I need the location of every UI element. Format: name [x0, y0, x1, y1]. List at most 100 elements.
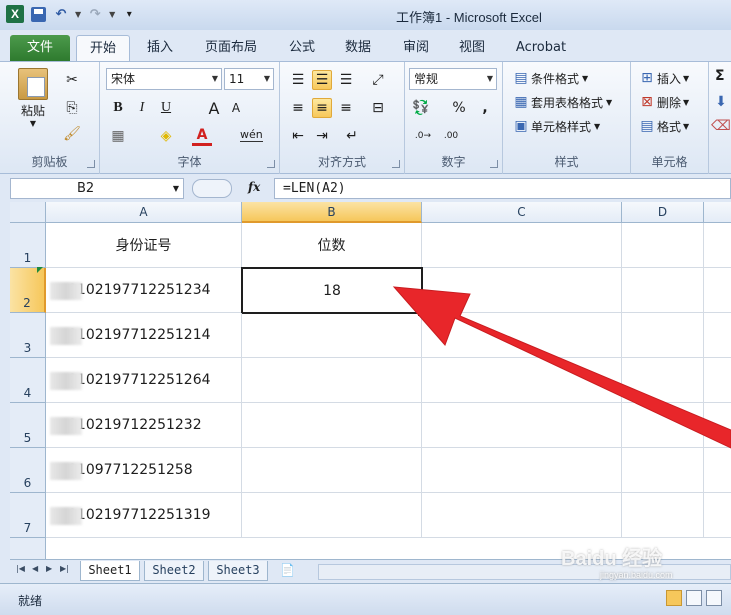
cell-e4[interactable] [704, 358, 731, 403]
cut-icon[interactable]: ✂ [62, 70, 82, 90]
align-middle-icon[interactable]: ☰ [312, 70, 332, 90]
delete-cells-button[interactable]: ⊠ 删除 ▼ [637, 92, 689, 112]
cell-d5[interactable] [622, 403, 704, 448]
border-icon[interactable]: ▦ [108, 126, 128, 146]
wrap-text-icon[interactable]: ↵ [342, 126, 362, 146]
cell-c2[interactable] [423, 268, 622, 313]
select-all-corner[interactable] [10, 202, 46, 223]
align-right-icon[interactable]: ≡ [336, 98, 356, 118]
format-painter-icon[interactable]: 🖌 [62, 124, 82, 144]
cell-b3[interactable] [242, 313, 422, 358]
redo-dropdown-icon[interactable]: ▼ [109, 10, 115, 19]
row-header-8[interactable] [10, 538, 46, 559]
tab-view[interactable]: 视图 [450, 35, 494, 61]
cell-b7[interactable] [242, 493, 422, 538]
merge-center-icon[interactable]: ⊟ [368, 98, 388, 118]
cell-b6[interactable] [242, 448, 422, 493]
cell-e6[interactable] [704, 448, 731, 493]
italic-button[interactable]: I [132, 98, 152, 118]
prev-sheet-icon[interactable]: ◀ [32, 564, 38, 573]
clear-icon[interactable]: ⌫ [711, 116, 731, 136]
font-launcher-icon[interactable] [267, 160, 275, 168]
cell-d2[interactable] [622, 268, 704, 313]
normal-view-icon[interactable] [666, 590, 682, 606]
fill-color-icon[interactable]: ◈ [156, 126, 176, 146]
number-launcher-icon[interactable] [490, 160, 498, 168]
bold-button[interactable]: B [108, 98, 128, 118]
format-cells-button[interactable]: ▤ 格式 ▼ [637, 116, 689, 136]
tab-data[interactable]: 数据 [336, 35, 380, 61]
next-sheet-icon[interactable]: ▶ [46, 564, 52, 573]
clipboard-launcher-icon[interactable] [87, 160, 95, 168]
comma-button[interactable]: , [475, 98, 495, 118]
cell-c3[interactable] [422, 313, 622, 358]
align-left-icon[interactable]: ≡ [288, 98, 308, 118]
percent-button[interactable]: % [449, 98, 469, 118]
cell-d3[interactable] [622, 313, 704, 358]
conditional-format-button[interactable]: ▤ 条件格式 ▼ [511, 68, 588, 88]
cell-b2[interactable]: 18 [241, 267, 423, 314]
cell-c4[interactable] [422, 358, 622, 403]
align-bottom-icon[interactable]: ☰ [336, 70, 356, 90]
column-header-e[interactable] [704, 202, 731, 223]
accounting-format-icon[interactable]: 💱 [411, 98, 431, 118]
cell-e7[interactable] [704, 493, 731, 538]
cell-a1[interactable]: 身份证号 [46, 223, 242, 268]
row-header-6[interactable]: 6 [10, 448, 46, 493]
decrease-indent-icon[interactable]: ⇤ [288, 126, 308, 146]
row-header-4[interactable]: 4 [10, 358, 46, 403]
sheet-tab-sheet3[interactable]: Sheet3 [208, 561, 268, 581]
tab-page-layout[interactable]: 页面布局 [196, 35, 266, 61]
cell-c1[interactable] [422, 223, 622, 268]
grow-font-button[interactable]: A [204, 98, 224, 118]
excel-logo-icon[interactable]: X [6, 5, 24, 23]
undo-dropdown-icon[interactable]: ▼ [75, 10, 81, 19]
alignment-launcher-icon[interactable] [392, 160, 400, 168]
column-header-d[interactable]: D [622, 202, 704, 223]
row-header-5[interactable]: 5 [10, 403, 46, 448]
font-name-combo[interactable]: 宋体 ▼ [106, 68, 222, 90]
font-size-combo[interactable]: 11 ▼ [224, 68, 274, 90]
cell-c7[interactable] [422, 493, 622, 538]
align-top-icon[interactable]: ☰ [288, 70, 308, 90]
tab-file[interactable]: 文件 [10, 35, 70, 61]
fill-icon[interactable]: ⬇ [711, 92, 731, 112]
column-header-c[interactable]: C [422, 202, 622, 223]
insert-cells-button[interactable]: ⊞ 插入 ▼ [637, 68, 689, 88]
increase-decimal-icon[interactable]: .0→ [413, 126, 433, 146]
shrink-font-button[interactable]: A [226, 98, 246, 118]
page-break-view-icon[interactable] [706, 590, 722, 606]
tab-formulas[interactable]: 公式 [280, 35, 324, 61]
cell-b4[interactable] [242, 358, 422, 403]
sheet-tab-sheet1[interactable]: Sheet1 [80, 561, 140, 581]
tab-home[interactable]: 开始 [76, 35, 130, 61]
autosum-button[interactable]: Σ [715, 68, 725, 84]
cell-c6[interactable] [422, 448, 622, 493]
tab-review[interactable]: 审阅 [394, 35, 438, 61]
cell-e1[interactable] [704, 223, 731, 268]
tab-insert[interactable]: 插入 [140, 35, 180, 61]
row-header-7[interactable]: 7 [10, 493, 46, 538]
cell-d1[interactable] [622, 223, 704, 268]
orientation-icon[interactable]: ⤢ [368, 70, 388, 90]
formula-input[interactable]: =LEN(A2) [274, 178, 731, 199]
cell-d7[interactable] [622, 493, 704, 538]
cell-styles-button[interactable]: ▣ 单元格样式 ▼ [511, 116, 600, 136]
cell-b1[interactable]: 位数 [242, 223, 422, 268]
name-box[interactable]: B2 ▼ [10, 178, 184, 199]
row-header-3[interactable]: 3 [10, 313, 46, 358]
row-header-1[interactable]: 1 [10, 223, 46, 268]
formula-bar-resizer[interactable] [192, 179, 232, 198]
font-color-icon[interactable]: A [192, 126, 212, 146]
format-as-table-button[interactable]: ▦ 套用表格格式 ▼ [511, 92, 612, 112]
cell-e2[interactable] [704, 268, 731, 313]
cell-e5[interactable] [704, 403, 731, 448]
first-sheet-icon[interactable]: |◀ [16, 564, 25, 573]
customize-qat-icon[interactable]: ▾ [120, 5, 138, 23]
last-sheet-icon[interactable]: ▶| [60, 564, 69, 573]
align-center-icon[interactable]: ≡ [312, 98, 332, 118]
cell-b5[interactable] [242, 403, 422, 448]
new-sheet-icon[interactable]: 📄 [280, 563, 295, 577]
sheet-tab-sheet2[interactable]: Sheet2 [144, 561, 204, 581]
cell-d4[interactable] [622, 358, 704, 403]
